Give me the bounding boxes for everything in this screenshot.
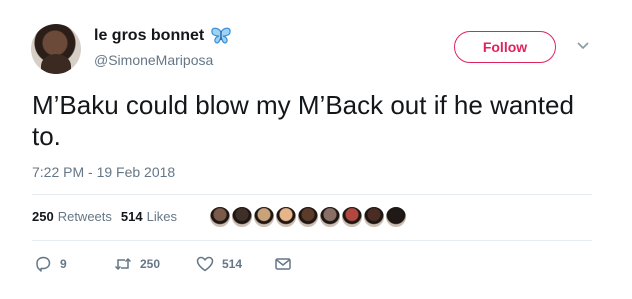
liker-avatars (208, 205, 408, 229)
reply-button[interactable]: 9 (34, 255, 114, 273)
liker-avatar[interactable] (230, 205, 254, 229)
liker-avatar[interactable] (274, 205, 298, 229)
like-button[interactable]: 514 (196, 255, 274, 273)
display-name[interactable]: le gros bonnet (94, 27, 204, 45)
retweets-stat[interactable]: 250 Retweets (32, 209, 112, 224)
liker-avatar[interactable] (296, 205, 320, 229)
direct-message-button[interactable] (274, 255, 292, 273)
envelope-icon (275, 258, 291, 270)
retweets-label: Retweets (57, 209, 112, 224)
butterfly-icon (211, 27, 231, 44)
divider (32, 194, 592, 195)
reply-icon (36, 256, 51, 272)
liker-avatar[interactable] (362, 205, 386, 229)
retweets-count: 250 (32, 209, 54, 224)
tweet-actions: 9 250 514 (34, 255, 292, 273)
tweet-timestamp[interactable]: 7:22 PM - 19 Feb 2018 (32, 164, 175, 180)
likes-label: Likes (146, 209, 177, 224)
divider (32, 240, 592, 241)
liker-avatar[interactable] (252, 205, 276, 229)
liker-avatar[interactable] (318, 205, 342, 229)
chevron-down-icon[interactable] (576, 38, 590, 52)
retweet-button[interactable]: 250 (114, 255, 196, 273)
tweet-text: M’Baku could blow my M’Back out if he wa… (32, 90, 574, 151)
reply-count: 9 (60, 257, 67, 271)
user-handle[interactable]: @SimoneMariposa (94, 52, 213, 68)
retweet-count: 250 (140, 257, 161, 271)
likes-stat[interactable]: 514 Likes (121, 209, 177, 224)
like-count: 514 (222, 257, 243, 271)
name-row: le gros bonnet (94, 27, 232, 45)
heart-icon (196, 256, 214, 272)
liker-avatar[interactable] (340, 205, 364, 229)
follow-button[interactable]: Follow (454, 31, 556, 63)
retweet-icon (114, 257, 132, 271)
liker-avatar[interactable] (208, 205, 232, 229)
engagement-stats: 250 Retweets 514 Likes (32, 209, 177, 224)
liker-avatar[interactable] (384, 205, 408, 229)
likes-count: 514 (120, 209, 143, 224)
avatar[interactable] (31, 24, 81, 74)
